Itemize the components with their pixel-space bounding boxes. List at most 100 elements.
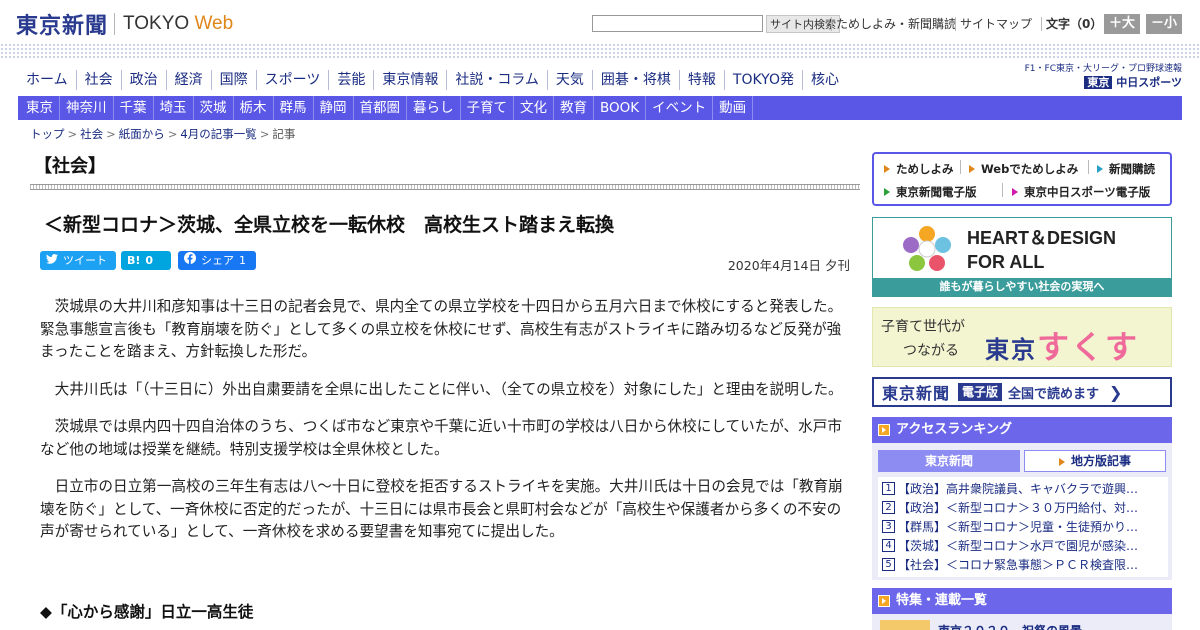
trial-subscribe-link[interactable]: ためしよみ・新聞購読 <box>836 15 956 33</box>
e-paper-banner[interactable]: 東京新聞 電子版 全国で読めます ❯ <box>872 377 1172 407</box>
site-search-button[interactable]: サイト内検索 <box>766 15 840 33</box>
local-nav-item[interactable]: 神奈川 <box>60 96 114 120</box>
ranking-item[interactable]: 2 【政治】＜新型コロナ＞３０万円給付、対… <box>882 498 1164 517</box>
ranking-item[interactable]: 3 【群馬】＜新型コロナ＞児童・生徒預かり… <box>882 517 1164 536</box>
ranking-item-title: 【茨城】＜新型コロナ＞水戸で園児が感染… <box>898 539 1139 553</box>
features-title: 特集・連載一覧 <box>896 593 988 608</box>
features-list: 特集・連載一覧 東京２０２０ 祝祭の風景 <box>872 588 1172 630</box>
ranking-item-title: 【政治】＜新型コロナ＞３０万円給付、対… <box>898 501 1139 515</box>
e-paper-banner-name: 東京新聞 <box>882 384 951 403</box>
main-nav: ホーム 社会 政治 経済 国際 スポーツ 芸能 東京情報 社説・コラム 天気 囲碁・将棋 特報 TOKY… <box>18 68 847 92</box>
main-nav-item[interactable]: ホーム <box>18 70 77 90</box>
arrow-icon <box>884 188 890 196</box>
main-nav-item[interactable]: 特報 <box>680 70 725 90</box>
ranking-item[interactable]: 1 【政治】高井衆院議員、キャバクラで遊興… <box>882 479 1164 498</box>
arrow-icon <box>884 165 890 173</box>
local-nav-item[interactable]: 首都圏 <box>354 96 407 120</box>
breadcrumb-separator: > <box>67 127 78 141</box>
breadcrumb-item[interactable]: 社会 <box>80 127 103 141</box>
local-nav-item[interactable]: 埼玉 <box>154 96 194 120</box>
svc-trial-link[interactable]: ためしよみ <box>884 162 954 176</box>
ranking-item-title: 【政治】高井衆院議員、キャバクラで遊興… <box>898 482 1139 496</box>
heart-design-title-line2: FOR ALL <box>967 252 1045 272</box>
section-label: 【社会】 <box>34 156 106 177</box>
feature-item-title[interactable]: 東京２０２０ 祝祭の風景 <box>938 622 1082 630</box>
main-nav-item[interactable]: 東京情報 <box>374 70 448 90</box>
local-nav-item[interactable]: 子育て <box>461 96 514 120</box>
dotted-separator <box>0 43 1200 60</box>
local-nav-item[interactable]: 文化 <box>514 96 554 120</box>
main-nav-item[interactable]: TOKYO発 <box>725 70 803 90</box>
hatena-icon: B! <box>127 254 141 267</box>
local-nav-item[interactable]: 暮らし <box>407 96 461 120</box>
ranking-list: 1 【政治】高井衆院議員、キャバクラで遊興… 2 【政治】＜新型コロナ＞３０万円給付、… <box>878 477 1168 577</box>
svc-chunichi-e-paper-link[interactable]: 東京中日スポーツ電子版 <box>1012 185 1150 199</box>
font-smaller-button[interactable]: －小 <box>1146 14 1182 34</box>
local-nav-item[interactable]: 静岡 <box>314 96 354 120</box>
svc-subscribe-link[interactable]: 新聞購読 <box>1097 162 1155 176</box>
local-nav-item[interactable]: 茨城 <box>194 96 234 120</box>
article-paragraph: 日立市の日立第一高校の三年生有志は八～十日に登校を拒否するストライキを実施。大井… <box>40 478 843 540</box>
site-search-input[interactable] <box>592 15 763 32</box>
breadcrumb-item[interactable]: 4月の記事一覧 <box>180 127 256 141</box>
local-nav-item[interactable]: 東京 <box>18 96 60 120</box>
facebook-share-label: シェア <box>201 254 234 267</box>
svc-e-paper-link[interactable]: 東京新聞電子版 <box>884 185 977 199</box>
sukusuku-logo-a: 東京 <box>985 336 1037 364</box>
ranking-item[interactable]: 4 【茨城】＜新型コロナ＞水戸で園児が感染… <box>882 536 1164 555</box>
main-nav-item[interactable]: 経済 <box>167 70 212 90</box>
ranking-number: 1 <box>882 482 895 495</box>
divider <box>1002 183 1003 197</box>
font-larger-button[interactable]: ＋大 <box>1104 14 1140 34</box>
breadcrumb-item[interactable]: 紙面から <box>119 127 165 141</box>
ranking-tab-tokyo[interactable]: 東京新聞 <box>878 450 1020 472</box>
breadcrumb-item[interactable]: トップ <box>30 127 65 141</box>
divider <box>1041 17 1042 31</box>
main-nav-item[interactable]: 芸能 <box>329 70 375 90</box>
breadcrumb-item: 記事 <box>272 127 296 141</box>
local-nav: 東京 神奈川 千葉 埼玉 茨城 栃木 群馬 静岡 首都圏 暮らし 子育て 文化 教育 BOOK イベント 動画 <box>18 96 1182 120</box>
sports-banner-logo: 東京 中日スポーツ <box>1022 75 1182 91</box>
svc-web-trial-label: Webでためしよみ <box>981 162 1079 176</box>
tokyo-sukusuku-banner[interactable]: 子育て世代が つながる 東京すくすく <box>872 307 1172 412</box>
local-nav-item[interactable]: 動画 <box>713 96 754 120</box>
site-logo[interactable]: 東京新聞 TOKYO Web <box>16 9 233 39</box>
local-nav-item[interactable]: BOOK <box>594 96 647 120</box>
play-square-icon <box>878 595 890 607</box>
main-nav-item[interactable]: 国際 <box>212 70 257 90</box>
service-links-box: ためしよみ Webでためしよみ 新聞購読 東京新聞電子版 東京中日スポーツ電子版 <box>872 152 1172 206</box>
main-nav-item[interactable]: 政治 <box>122 70 167 90</box>
article-paragraph: 茨城県の大井川和彦知事は十三日の記者会見で、県内全ての県立学校を十四日から五月六… <box>40 298 843 360</box>
main-nav-item[interactable]: 囲碁・将棋 <box>593 70 680 90</box>
play-square-icon <box>878 424 890 436</box>
feature-thumbnail[interactable] <box>880 620 930 630</box>
local-nav-item[interactable]: 教育 <box>554 96 594 120</box>
logo-japanese: 東京新聞 <box>16 13 109 39</box>
tweet-label: ツイート <box>63 254 107 267</box>
main-nav-item[interactable]: 社説・コラム <box>447 70 548 90</box>
svc-web-trial-link[interactable]: Webでためしよみ <box>969 162 1078 176</box>
facebook-share-button[interactable]: シェア 1 <box>178 251 256 270</box>
twitter-bird-icon <box>46 251 58 270</box>
ranking-item[interactable]: 5 【社会】＜コロナ緊急事態＞ＰＣＲ検査限… <box>882 555 1164 574</box>
chevron-right-icon: ❯ <box>1109 382 1123 402</box>
local-nav-item[interactable]: 群馬 <box>274 96 314 120</box>
heart-design-banner[interactable]: HEART＆DESIGN FOR ALL 誰もが暮らしやすい社会の実現へ <box>872 217 1172 297</box>
sitemap-link[interactable]: サイトマップ <box>960 15 1032 33</box>
ranking-tab-local[interactable]: 地方版記事 <box>1024 450 1166 472</box>
chunichi-sports-banner[interactable]: F1・FC東京・大リーグ・プロ野球速報 東京 中日スポーツ <box>1022 63 1182 93</box>
tweet-button[interactable]: ツイート <box>40 251 116 270</box>
main-nav-item[interactable]: スポーツ <box>257 70 330 90</box>
local-nav-item[interactable]: 栃木 <box>234 96 274 120</box>
heart-design-title-line1: HEART＆DESIGN <box>967 228 1117 248</box>
hatena-bookmark-button[interactable]: B! 0 <box>121 251 171 270</box>
local-nav-item[interactable]: 千葉 <box>114 96 154 120</box>
local-nav-item[interactable]: イベント <box>646 96 714 120</box>
main-nav-item[interactable]: 社会 <box>77 70 122 90</box>
main-nav-item[interactable]: 天気 <box>548 70 593 90</box>
article-paragraph: 大井川氏は「（十三日に）外出自粛要請を全県に出したことに伴い、（全ての県立校を）… <box>54 380 843 398</box>
access-ranking: アクセスランキング 東京新聞 地方版記事 1 【政治】高井衆院議員、キャバクラで遊… <box>872 417 1172 580</box>
ranking-tab-local-label: 地方版記事 <box>1070 454 1131 468</box>
article-headline: ＜新型コロナ＞茨城、全県立校を一転休校 高校生スト踏まえ転換 <box>44 214 615 236</box>
main-nav-item[interactable]: 核心 <box>803 70 847 90</box>
